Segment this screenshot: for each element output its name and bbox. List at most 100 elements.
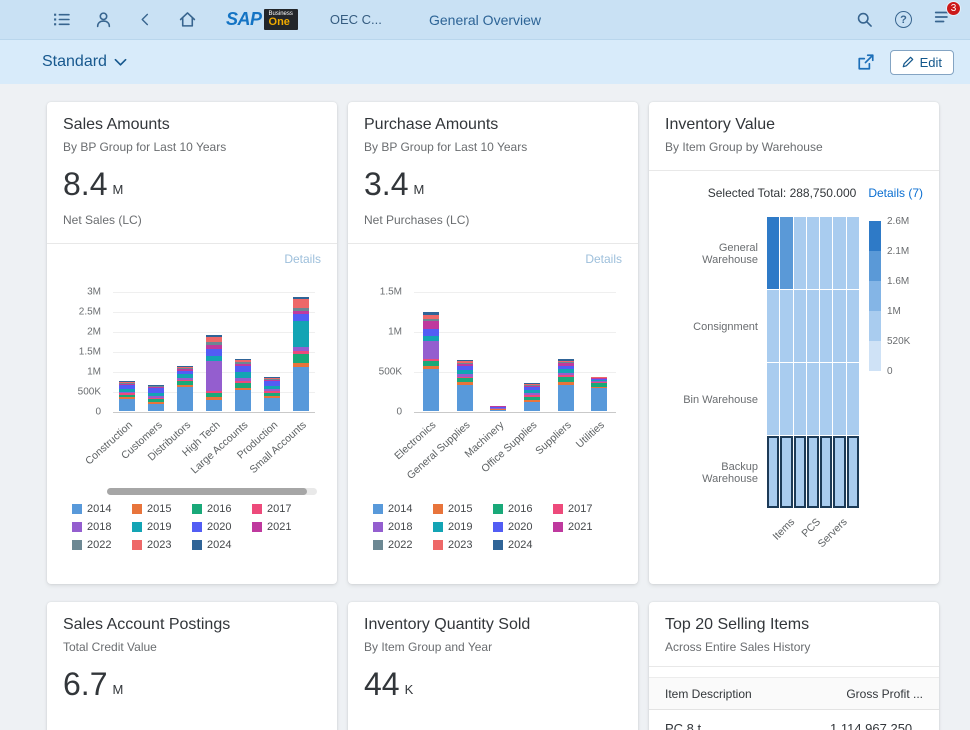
legend-item-2017[interactable]: 2017: [252, 503, 312, 515]
edit-button[interactable]: Edit: [890, 50, 954, 75]
stacked-bar: [591, 377, 607, 411]
legend-item-2020[interactable]: 2020: [192, 521, 252, 533]
legend-item-2021[interactable]: 2021: [252, 521, 312, 533]
heatmap-cell[interactable]: [820, 290, 832, 362]
legend-item-2014[interactable]: 2014: [373, 503, 433, 515]
legend-item-2015[interactable]: 2015: [433, 503, 493, 515]
heatmap-cell[interactable]: [780, 363, 792, 435]
chart-scrollbar[interactable]: [107, 488, 317, 495]
heatmap-cell[interactable]: [847, 290, 859, 362]
y-axis-tick: 1.5M: [380, 287, 402, 298]
details-link[interactable]: Details: [364, 244, 622, 266]
heatmap-cell[interactable]: [767, 217, 779, 289]
heatmap-cell[interactable]: [807, 436, 819, 508]
column-header-gross-profit: Gross Profit ...: [846, 687, 923, 701]
module-menu-icon[interactable]: [52, 11, 70, 29]
legend-item-2024[interactable]: 2024: [493, 539, 553, 551]
legend-item-2024[interactable]: 2024: [192, 539, 252, 551]
heatmap-cell[interactable]: [807, 290, 819, 362]
heatmap-cell[interactable]: [833, 217, 845, 289]
bar-distributors[interactable]: Distributors: [171, 292, 200, 412]
stacked-bar: [264, 377, 280, 411]
legend-item-2017[interactable]: 2017: [553, 503, 613, 515]
heatmap-cell[interactable]: [807, 363, 819, 435]
bar-small-accounts[interactable]: Small Accounts: [286, 292, 315, 412]
bar-machinery[interactable]: Machinery: [481, 292, 515, 412]
notifications-button[interactable]: 3: [934, 8, 952, 31]
bar-production[interactable]: Production: [257, 292, 286, 412]
scale-label: 2.1M: [887, 246, 909, 257]
card-title: Sales Amounts: [63, 116, 321, 134]
legend-swatch: [373, 522, 383, 532]
heatmap-cell[interactable]: [847, 436, 859, 508]
legend-item-2018[interactable]: 2018: [373, 521, 433, 533]
legend-swatch: [72, 540, 82, 550]
card-inventory-value: Inventory Value By Item Group by Warehou…: [649, 102, 939, 584]
bar-office-supplies[interactable]: Office Supplies: [515, 292, 549, 412]
stacked-bar: [423, 312, 439, 411]
heatmap-cell[interactable]: [794, 436, 806, 508]
heatmap-cell[interactable]: [794, 290, 806, 362]
heatmap-cell[interactable]: [794, 217, 806, 289]
legend-item-2022[interactable]: 2022: [373, 539, 433, 551]
chart-scrollbar-thumb[interactable]: [107, 488, 307, 495]
legend-item-2015[interactable]: 2015: [132, 503, 192, 515]
legend-item-2016[interactable]: 2016: [493, 503, 553, 515]
legend-item-2020[interactable]: 2020: [493, 521, 553, 533]
variant-selector[interactable]: Standard: [42, 53, 127, 71]
legend-item-2018[interactable]: 2018: [72, 521, 132, 533]
legend-item-2022[interactable]: 2022: [72, 539, 132, 551]
help-icon[interactable]: ?: [895, 11, 912, 28]
heatmap-row-label: Backup Warehouse: [665, 436, 767, 509]
legend-item-2021[interactable]: 2021: [553, 521, 613, 533]
user-icon[interactable]: [94, 11, 112, 29]
bar-segment: [490, 410, 506, 411]
bar-construction[interactable]: Construction: [113, 292, 142, 412]
heatmap-cell[interactable]: [833, 363, 845, 435]
bar-electronics[interactable]: Electronics: [414, 292, 448, 412]
legend-item-2019[interactable]: 2019: [433, 521, 493, 533]
heatmap-cell[interactable]: [847, 363, 859, 435]
legend-item-2014[interactable]: 2014: [72, 503, 132, 515]
details-link[interactable]: Details (7): [868, 186, 923, 200]
heatmap-cell[interactable]: [767, 436, 779, 508]
legend-swatch: [493, 504, 503, 514]
heatmap-cell[interactable]: [780, 436, 792, 508]
company-name[interactable]: OEC C...: [330, 12, 382, 27]
legend-item-2019[interactable]: 2019: [132, 521, 192, 533]
bar-high-tech[interactable]: High Tech: [200, 292, 229, 412]
bar-utilities[interactable]: Utilities: [582, 292, 616, 412]
heatmap-cell[interactable]: [807, 217, 819, 289]
stacked-bar: [457, 360, 473, 411]
legend-item-2023[interactable]: 2023: [433, 539, 493, 551]
share-export-icon[interactable]: [856, 52, 876, 72]
shell-header: SAP Business One OEC C... General Overvi…: [0, 0, 970, 40]
card-subtitle: Across Entire Sales History: [665, 640, 923, 654]
business-one-logo-box: Business One: [264, 9, 298, 30]
home-icon[interactable]: [178, 11, 196, 29]
search-icon[interactable]: [855, 11, 873, 29]
heatmap-cell[interactable]: [833, 436, 845, 508]
details-link[interactable]: Details: [63, 244, 321, 266]
bar-suppliers[interactable]: Suppliers: [549, 292, 583, 412]
heatmap-cell[interactable]: [820, 363, 832, 435]
heatmap-cell[interactable]: [820, 217, 832, 289]
legend-item-2023[interactable]: 2023: [132, 539, 192, 551]
heatmap-cell[interactable]: [780, 290, 792, 362]
heatmap-cell[interactable]: [833, 290, 845, 362]
heatmap-cell[interactable]: [847, 217, 859, 289]
bar-general-supplies[interactable]: General Supplies: [448, 292, 482, 412]
heatmap-cell[interactable]: [767, 290, 779, 362]
heatmap-cell[interactable]: [794, 363, 806, 435]
bar-large-accounts[interactable]: Large Accounts: [228, 292, 257, 412]
back-icon[interactable]: [136, 11, 154, 29]
bar-customers[interactable]: Customers: [142, 292, 171, 412]
purchase-amounts-chart: 0500K1M1.5M ElectronicsGeneral SuppliesM…: [364, 280, 622, 476]
heatmap-cell[interactable]: [780, 217, 792, 289]
heatmap-cell[interactable]: [820, 436, 832, 508]
legend-item-2016[interactable]: 2016: [192, 503, 252, 515]
table-row[interactable]: PC 8 t... 1,114,967,250...: [649, 710, 939, 730]
scale-block: [869, 221, 881, 251]
y-axis: 0500K1M1.5M2M2.5M3M: [63, 292, 107, 412]
heatmap-cell[interactable]: [767, 363, 779, 435]
